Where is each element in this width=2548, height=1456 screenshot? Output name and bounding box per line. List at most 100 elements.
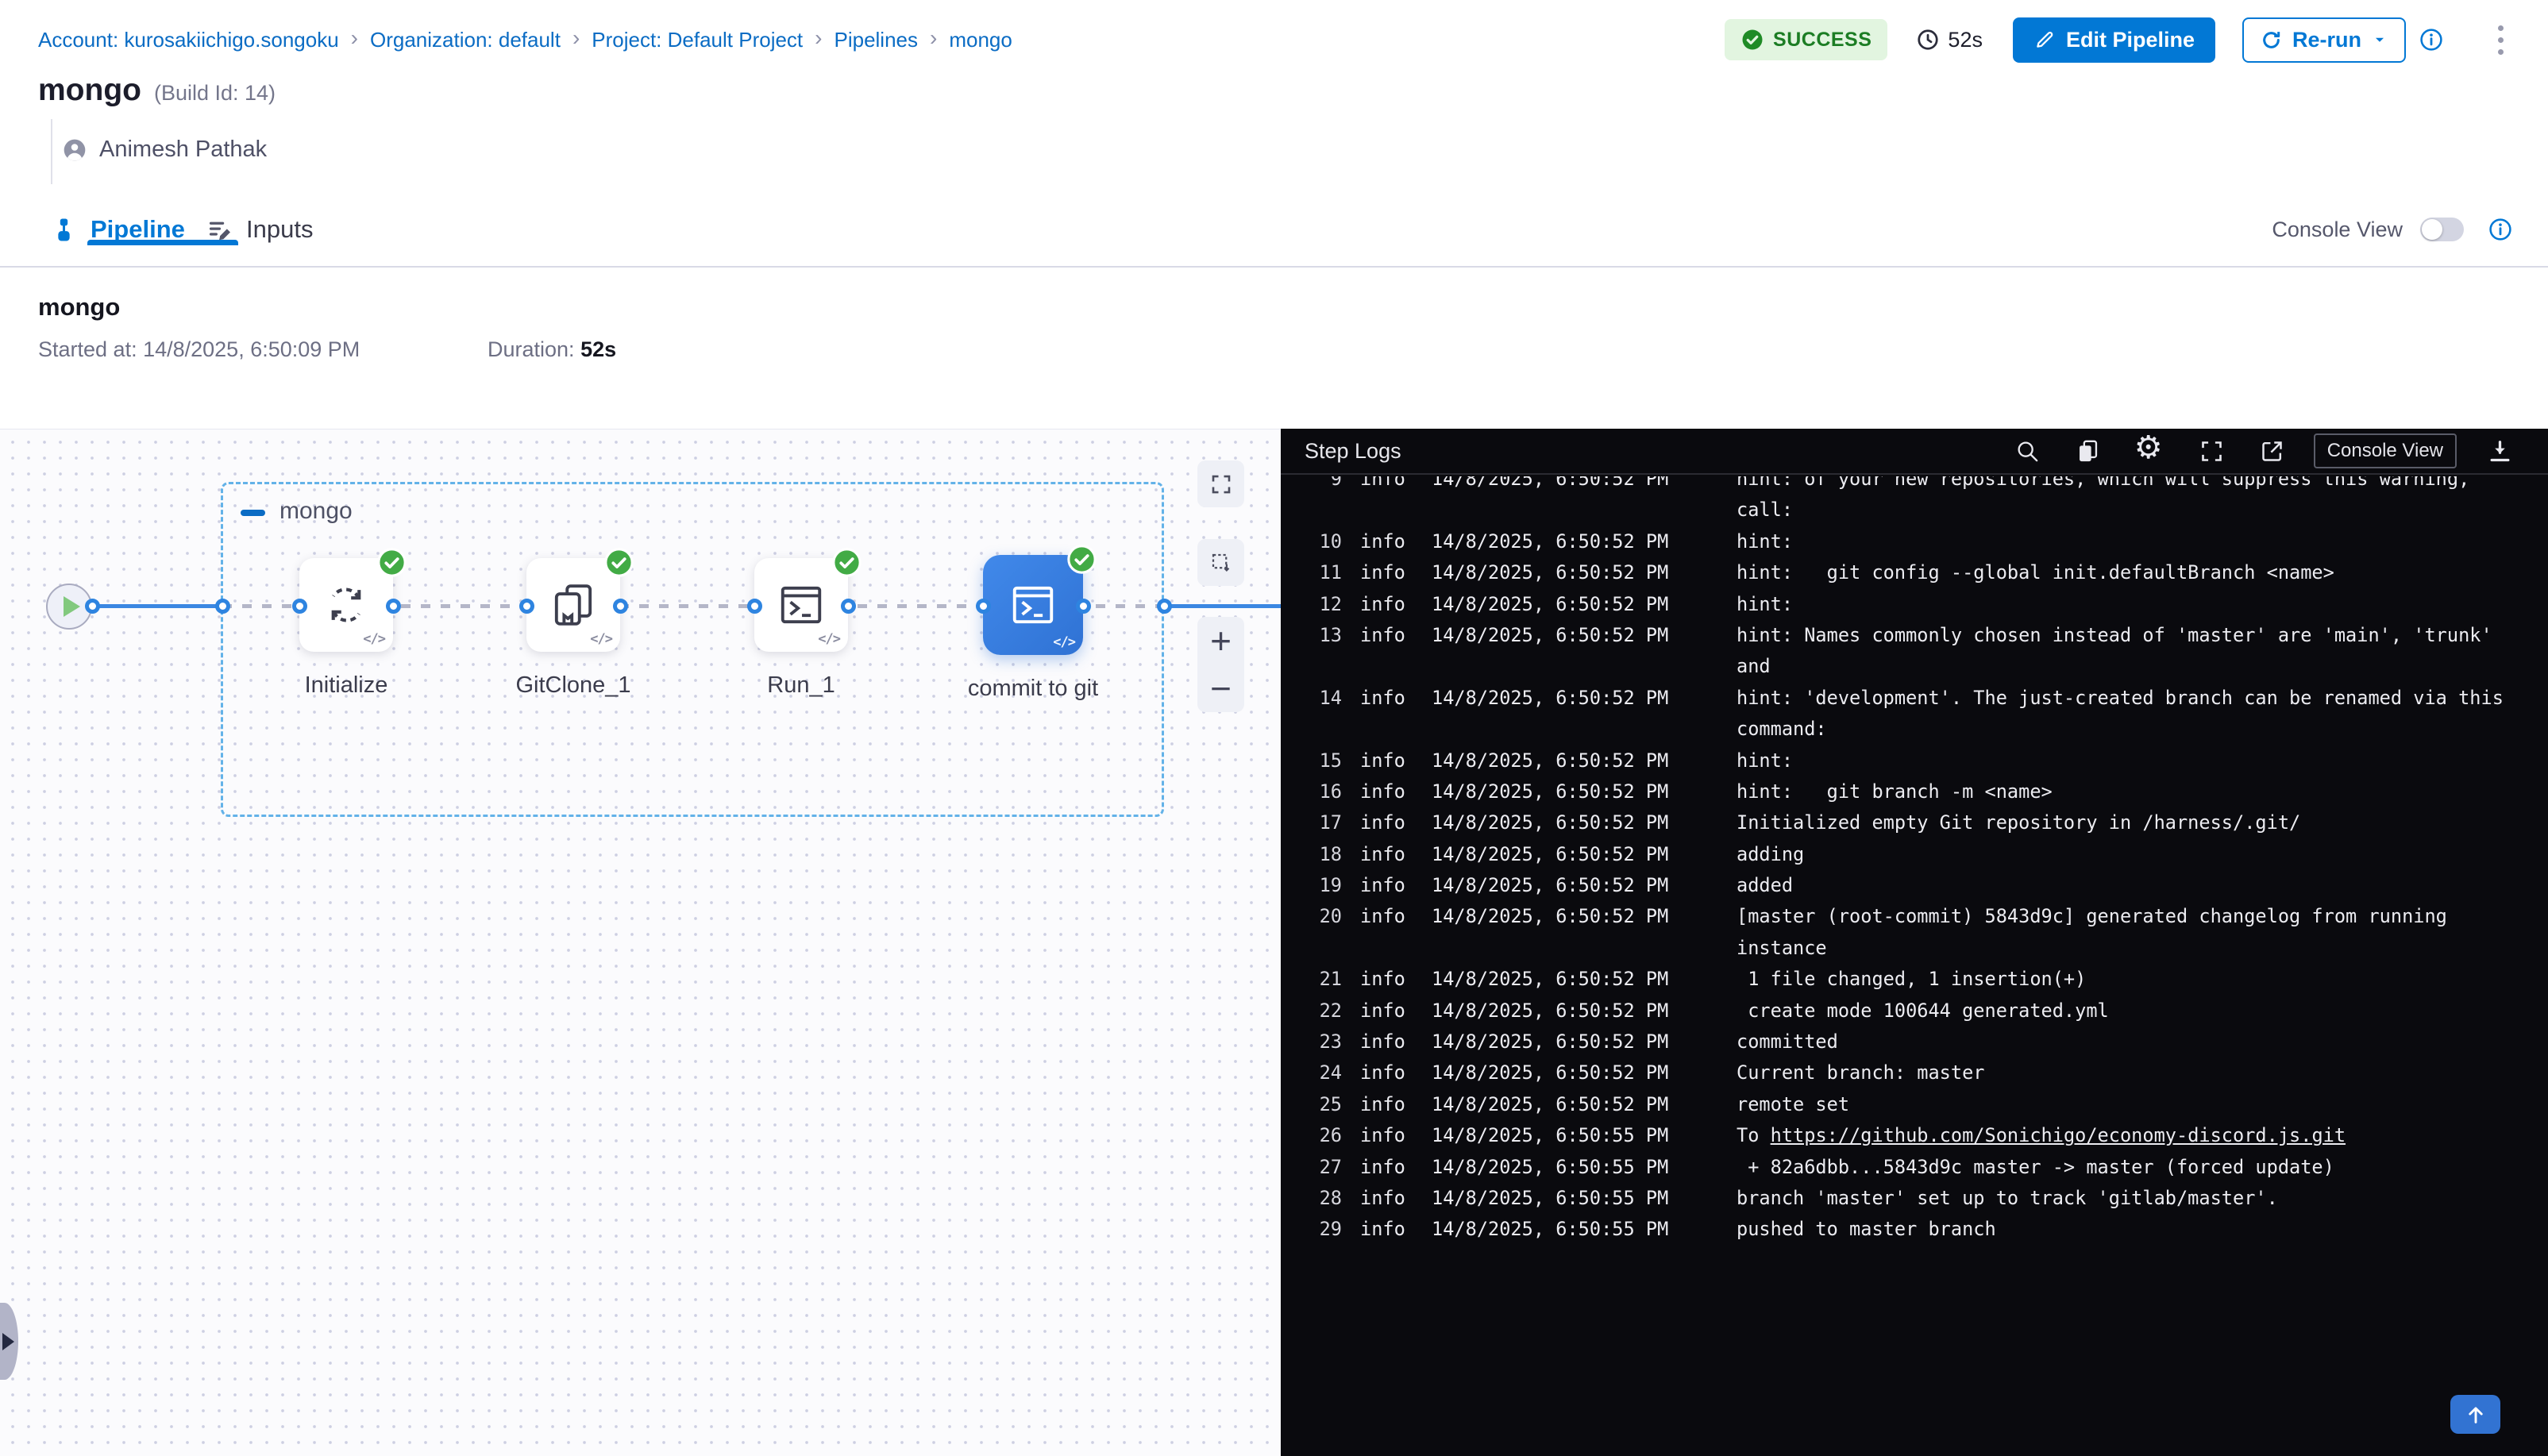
- status-label: SUCCESS: [1773, 29, 1871, 52]
- breadcrumb-item[interactable]: Organization: default: [370, 28, 561, 52]
- author-row: Animesh Pathak: [62, 137, 267, 163]
- log-timestamp: 14/8/2025, 6:50:55 PM: [1432, 1152, 1737, 1183]
- info-icon[interactable]: [2419, 27, 2444, 52]
- step-node-initialize[interactable]: </>: [299, 558, 393, 652]
- sync-icon: [322, 580, 371, 630]
- step-node-run_1[interactable]: </>: [754, 558, 848, 652]
- log-line-number: [1281, 651, 1342, 682]
- rerun-icon: [2260, 29, 2283, 52]
- rerun-button[interactable]: Re-run: [2242, 17, 2406, 63]
- log-timestamp: 14/8/2025, 6:50:55 PM: [1432, 1120, 1737, 1151]
- breadcrumb-item[interactable]: Project: Default Project: [592, 28, 803, 52]
- download-logs-icon[interactable]: [2487, 438, 2513, 464]
- chevron-down-icon: [2371, 31, 2388, 48]
- panel-expand-handle[interactable]: [0, 1303, 18, 1380]
- clock-icon: [1916, 28, 1940, 52]
- duration: Duration: 52s: [488, 337, 616, 362]
- log-row-wrap: command:: [1281, 714, 2548, 745]
- marquee-select-icon: [1209, 551, 1233, 575]
- connector-dot: [292, 599, 307, 614]
- log-timestamp: 14/8/2025, 6:50:52 PM: [1432, 964, 1737, 995]
- pencil-icon: [2033, 29, 2056, 51]
- pipeline-canvas[interactable]: mongo </>Initialize</>GitClone_1</>Run_1…: [0, 429, 1281, 1456]
- expand-logs-icon[interactable]: [2199, 438, 2225, 464]
- console-view-info-icon[interactable]: [2488, 217, 2513, 242]
- play-icon: [64, 596, 80, 617]
- log-row-wrap: and: [1281, 651, 2548, 682]
- console-view-button[interactable]: Console View: [2314, 433, 2457, 468]
- log-level: info: [1342, 1057, 1432, 1088]
- search-icon[interactable]: [2014, 438, 2041, 464]
- connector-dot: [613, 599, 628, 614]
- breadcrumb-item[interactable]: Account: kurosakiichigo.songoku: [38, 28, 339, 52]
- breadcrumb-item[interactable]: Pipelines: [834, 28, 918, 52]
- log-message: hint: of your new repositories, which wi…: [1737, 476, 2548, 495]
- success-check-icon: [1067, 545, 1097, 574]
- log-message: 1 file changed, 1 insertion(+): [1737, 964, 2548, 995]
- log-timestamp: 14/8/2025, 6:50:52 PM: [1432, 589, 1737, 620]
- connector-dot: [215, 599, 230, 614]
- tab-inputs[interactable]: Inputs: [206, 215, 313, 244]
- log-timestamp: [1432, 651, 1737, 682]
- log-level: info: [1342, 1120, 1432, 1151]
- log-timestamp: [1432, 495, 1737, 526]
- log-line-number: 24: [1281, 1057, 1342, 1088]
- log-level: [1342, 495, 1432, 526]
- arrow-up-icon: [2464, 1403, 2488, 1427]
- log-line-number: 29: [1281, 1214, 1342, 1245]
- settings-gear-icon[interactable]: ⚙: [2133, 435, 2164, 467]
- console-view-label: Console View: [2272, 218, 2403, 242]
- log-message: hint:: [1737, 745, 2548, 776]
- log-row: 11info14/8/2025, 6:50:52 PMhint: git con…: [1281, 557, 2548, 588]
- more-options-menu[interactable]: [2495, 22, 2507, 58]
- elapsed-label: 52s: [1948, 28, 1983, 52]
- open-external-icon[interactable]: [2259, 438, 2285, 464]
- canvas-fullscreen-button[interactable]: [1197, 460, 1244, 507]
- log-timestamp: 14/8/2025, 6:50:52 PM: [1432, 557, 1737, 588]
- expand-arrow-icon: [2, 1333, 14, 1350]
- log-timestamp: [1432, 933, 1737, 964]
- zoom-in-button[interactable]: +: [1197, 617, 1244, 664]
- log-line-number: [1281, 495, 1342, 526]
- tab-pipeline[interactable]: Pipeline: [51, 215, 185, 244]
- log-line-number: 26: [1281, 1120, 1342, 1151]
- scroll-to-top-button[interactable]: [2450, 1395, 2500, 1434]
- step-node-gitclone_1[interactable]: </>: [526, 558, 620, 652]
- breadcrumb-separator: ›: [930, 27, 937, 52]
- log-line-number: 23: [1281, 1027, 1342, 1057]
- log-level: info: [1342, 1152, 1432, 1183]
- log-timestamp: 14/8/2025, 6:50:52 PM: [1432, 776, 1737, 807]
- breadcrumb-item[interactable]: mongo: [949, 28, 1012, 52]
- log-message: hint: git config --global init.defaultBr…: [1737, 557, 2548, 588]
- success-check-icon: [832, 548, 862, 577]
- canvas-select-mode-button[interactable]: [1197, 539, 1244, 586]
- inputs-icon: [206, 217, 233, 243]
- copy-icon[interactable]: [2075, 438, 2101, 464]
- log-message: create mode 100644 generated.yml: [1737, 996, 2548, 1027]
- execution-meta: mongo Started at: 14/8/2025, 6:50:09 PM …: [0, 268, 1281, 429]
- log-level: info: [1342, 683, 1432, 714]
- log-level: info: [1342, 476, 1432, 495]
- tab-bar: Pipeline Inputs Console View: [0, 202, 2548, 268]
- page-title: mongo (Build Id: 14): [38, 73, 276, 108]
- log-output[interactable]: 9info14/8/2025, 6:50:52 PMhint: of your …: [1281, 476, 2548, 1456]
- elapsed-time: 52s: [1916, 28, 1983, 52]
- zoom-out-button[interactable]: −: [1197, 664, 1244, 712]
- step-node-label: commit to git: [968, 676, 1098, 702]
- connector-dot: [85, 599, 100, 614]
- step-node-commit-to-git[interactable]: </>: [983, 555, 1083, 655]
- stage-collapse-button[interactable]: [241, 510, 265, 516]
- connector-line: [92, 604, 222, 608]
- rerun-label: Re-run: [2292, 28, 2361, 52]
- log-message: instance: [1737, 933, 2548, 964]
- log-line-number: 16: [1281, 776, 1342, 807]
- log-level: info: [1342, 1027, 1432, 1057]
- log-level: [1342, 714, 1432, 745]
- edit-pipeline-button[interactable]: Edit Pipeline: [2013, 17, 2215, 63]
- log-link[interactable]: https://github.com/Sonichigo/economy-dis…: [1771, 1124, 2346, 1146]
- log-row: 22info14/8/2025, 6:50:52 PM create mode …: [1281, 996, 2548, 1027]
- log-message: remote set: [1737, 1089, 2548, 1120]
- console-view-toggle[interactable]: [2420, 218, 2464, 241]
- tab-inputs-label: Inputs: [246, 215, 313, 244]
- log-line-number: 25: [1281, 1089, 1342, 1120]
